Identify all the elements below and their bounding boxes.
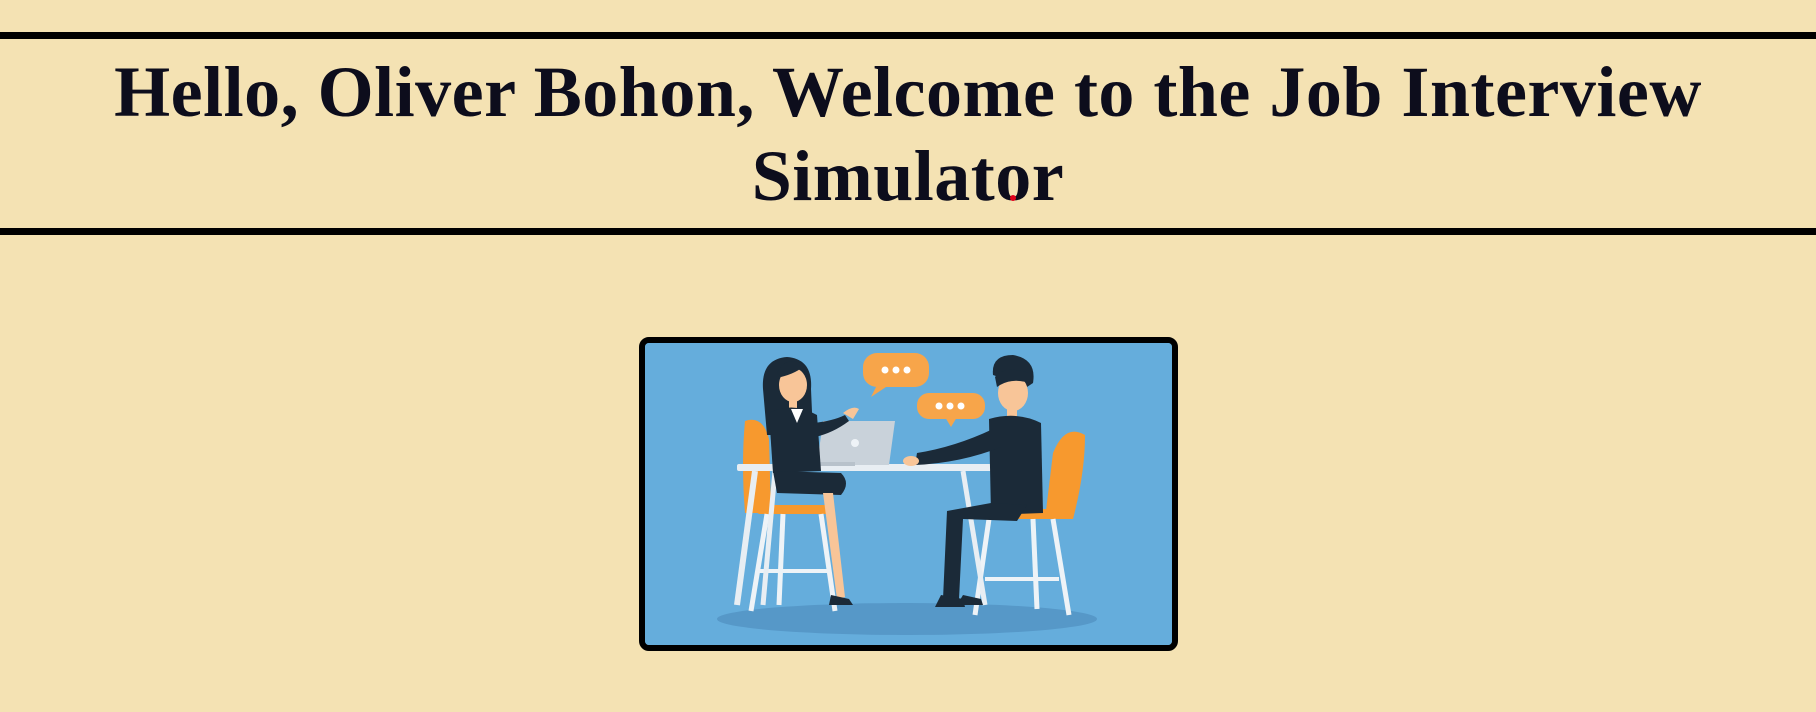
hero-image-frame [639, 337, 1178, 651]
page: Hello, Oliver Bohon, Welcome to the Job … [0, 0, 1816, 712]
job-interview-illustration [645, 343, 1172, 645]
page-title: Hello, Oliver Bohon, Welcome to the Job … [114, 51, 1702, 216]
header-banner: Hello, Oliver Bohon, Welcome to the Job … [0, 32, 1816, 235]
floor-shadow [717, 603, 1097, 635]
cursor-indicator [1010, 195, 1016, 201]
